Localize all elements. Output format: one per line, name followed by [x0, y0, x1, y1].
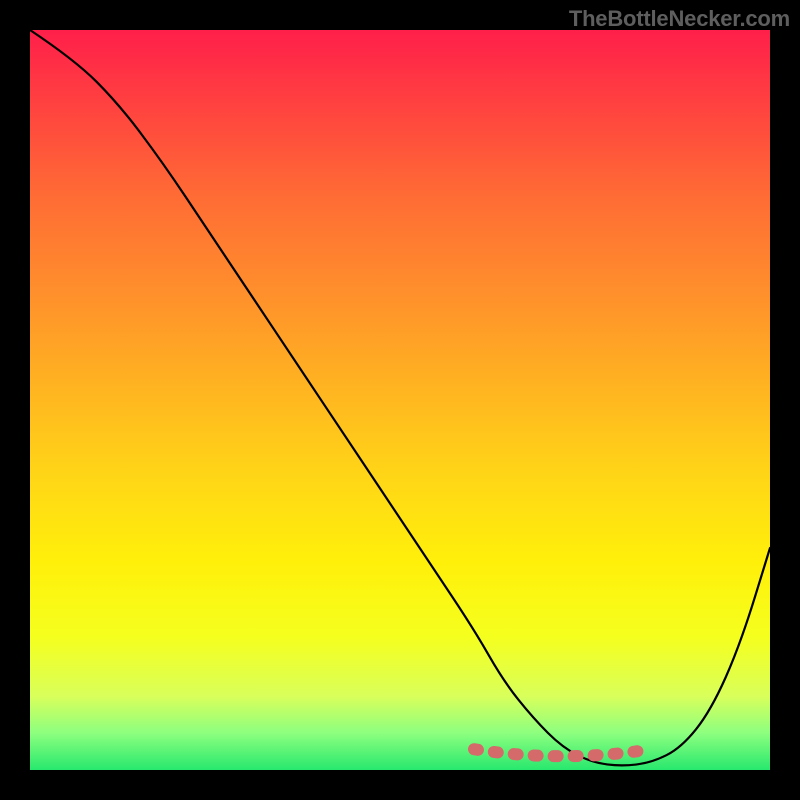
chart-svg	[30, 30, 770, 770]
trough-highlight	[474, 749, 652, 756]
chart-container: TheBottleNecker.com	[0, 0, 800, 800]
plot-area	[30, 30, 770, 770]
watermark-label: TheBottleNecker.com	[569, 6, 790, 32]
bottleneck-curve	[30, 30, 770, 765]
